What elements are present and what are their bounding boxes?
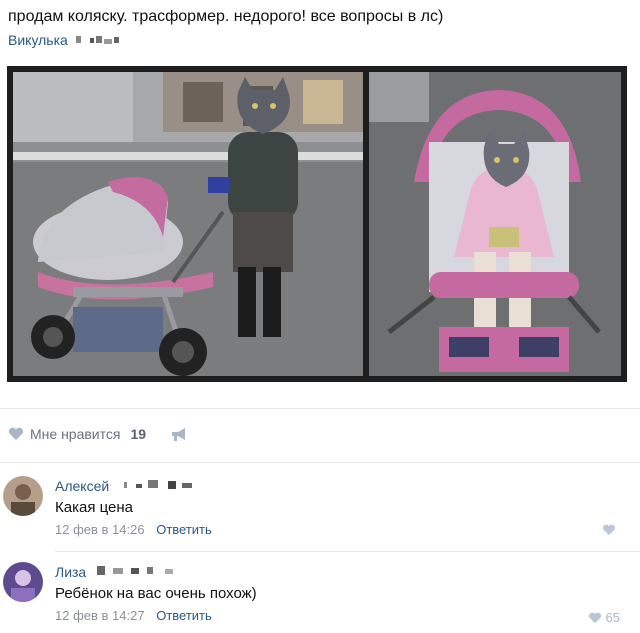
- comment-like-button[interactable]: [602, 524, 620, 536]
- comment-text: Ребёнок на вас очень похож): [55, 585, 257, 602]
- comment-date[interactable]: 12 фев в 14:26: [55, 522, 145, 537]
- comment-author[interactable]: Лиза: [55, 564, 86, 580]
- avatar[interactable]: [3, 476, 43, 516]
- reply-button[interactable]: Ответить: [156, 608, 212, 623]
- post-text: продам коляску. трасформер. недорого! вс…: [8, 8, 444, 25]
- stroller-street-photo: [13, 72, 363, 376]
- post-photo-right[interactable]: [369, 72, 621, 376]
- comment-item: Лиза Ребёнок на вас очень похож) 12 фев …: [0, 556, 640, 633]
- comment-author[interactable]: Алексей: [55, 478, 109, 494]
- like-count[interactable]: 19: [130, 426, 146, 442]
- heart-icon[interactable]: [8, 427, 24, 441]
- divider: [55, 551, 640, 552]
- post-author-name[interactable]: Викулька: [8, 32, 68, 48]
- redacted-emoji-icon: [75, 36, 119, 44]
- redacted-emoji-icon: [124, 480, 192, 489]
- comment-like-button[interactable]: 65: [588, 610, 620, 625]
- comment-like-count: 65: [605, 610, 620, 625]
- reply-button[interactable]: Ответить: [156, 522, 212, 537]
- heart-icon: [602, 524, 616, 536]
- divider: [0, 408, 640, 409]
- like-label[interactable]: Мне нравится: [30, 426, 120, 442]
- post-author-row: Викулька: [8, 32, 134, 48]
- like-bar: Мне нравится 19: [8, 426, 188, 442]
- avatar[interactable]: [3, 562, 43, 602]
- child-stroller-photo: [369, 72, 621, 376]
- megaphone-icon[interactable]: [170, 426, 188, 442]
- post-photo-collage[interactable]: [7, 66, 627, 382]
- comment-date[interactable]: 12 фев в 14:27: [55, 608, 145, 623]
- comment-text: Какая цена: [55, 499, 133, 516]
- heart-icon: [588, 612, 601, 623]
- comment-meta: 12 фев в 14:27 Ответить: [55, 608, 212, 623]
- divider: [0, 462, 640, 463]
- redacted-emoji-icon: [97, 566, 173, 575]
- post-photo-left[interactable]: [13, 72, 363, 376]
- comment-item: Алексей Какая цена 12 фев в 14:26 Ответи…: [0, 470, 640, 550]
- comment-meta: 12 фев в 14:26 Ответить: [55, 522, 212, 537]
